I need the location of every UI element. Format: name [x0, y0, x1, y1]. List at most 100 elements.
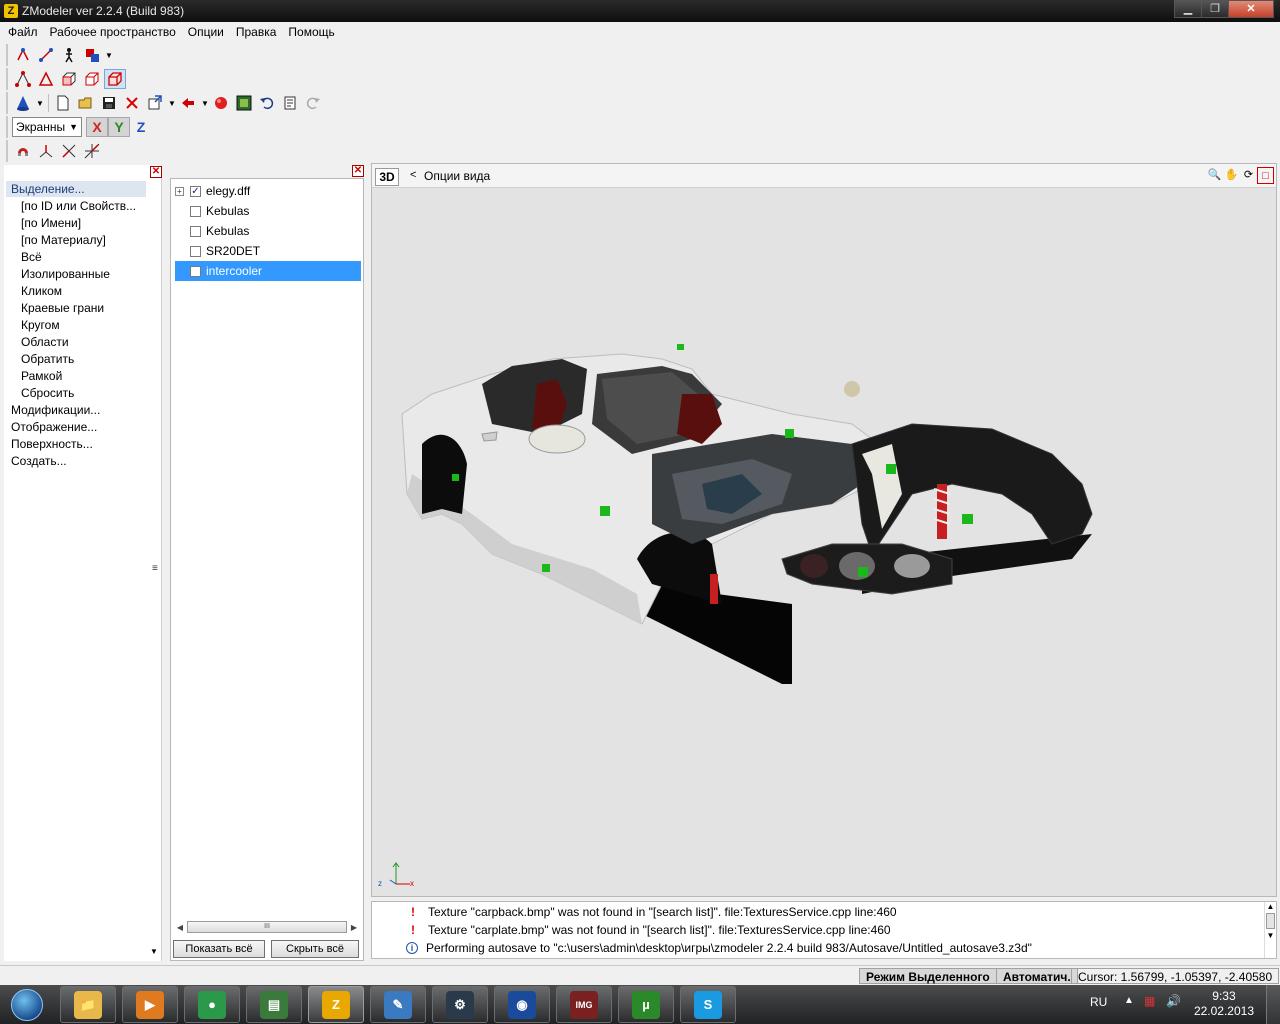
- start-button[interactable]: [4, 985, 50, 1024]
- taskbar-zmodeler-button[interactable]: Z: [308, 986, 364, 1023]
- command-select-by-material[interactable]: [по Материалу]: [4, 232, 136, 249]
- taskbar-media-player-button[interactable]: ▶: [122, 986, 178, 1023]
- viewport-mode-button[interactable]: 3D: [375, 168, 399, 186]
- chevron-down-icon[interactable]: ▼: [104, 51, 114, 60]
- taskbar-globe-button[interactable]: ◉: [494, 986, 550, 1023]
- car-model-render[interactable]: [392, 344, 1112, 684]
- splitter-grip-icon[interactable]: ≡: [152, 563, 158, 574]
- tree-item[interactable]: + ✓ elegy.dff: [175, 181, 361, 201]
- texture-icon[interactable]: [233, 93, 255, 113]
- scroll-thumb[interactable]: [1266, 913, 1275, 929]
- tree-item[interactable]: Kebulas: [175, 221, 361, 241]
- scroll-down-icon[interactable]: ▼: [1265, 931, 1276, 940]
- status-mode[interactable]: Режим Выделенного: [859, 968, 997, 984]
- close-button[interactable]: ✕: [1228, 0, 1274, 18]
- taskbar-img-editor-button[interactable]: IMG: [556, 986, 612, 1023]
- maximize-viewport-icon[interactable]: □: [1257, 167, 1274, 184]
- close-icon[interactable]: ✕: [352, 165, 364, 177]
- axis-y-toggle[interactable]: Y: [108, 117, 130, 137]
- category-create[interactable]: Создать...: [4, 453, 136, 470]
- volume-icon[interactable]: 🔊: [1166, 994, 1181, 1008]
- visibility-checkbox[interactable]: [190, 265, 201, 277]
- object-mode-icon[interactable]: [81, 69, 103, 89]
- visibility-checkbox[interactable]: [190, 205, 201, 217]
- show-desktop-button[interactable]: [1266, 985, 1280, 1024]
- taskbar-steam-button[interactable]: ⚙: [432, 986, 488, 1023]
- axis-z-toggle[interactable]: Z: [130, 117, 152, 137]
- language-indicator[interactable]: RU: [1090, 995, 1107, 1009]
- command-select-by-id[interactable]: [по ID или Свойств...: [4, 198, 136, 215]
- pivot-icon[interactable]: [35, 141, 57, 161]
- tray-expand-icon[interactable]: ▲: [1124, 995, 1134, 1006]
- clock[interactable]: 9:33 22.02.2013: [1194, 989, 1254, 1019]
- import-icon[interactable]: [144, 93, 166, 113]
- taskbar-skype-button[interactable]: S: [680, 986, 736, 1023]
- pan-hand-icon[interactable]: ✋: [1223, 167, 1240, 184]
- menu-workspace[interactable]: Рабочее пространство: [46, 25, 184, 39]
- taskbar-notepad-button[interactable]: ▤: [246, 986, 302, 1023]
- log-scrollbar[interactable]: ▲ ▼: [1264, 902, 1276, 958]
- visibility-checkbox[interactable]: [190, 225, 201, 237]
- select-vertex-icon[interactable]: [12, 45, 34, 65]
- viewport-3d[interactable]: 3D < Опции вида 🔍 ✋ ⟳ □ z x: [371, 163, 1277, 897]
- command-select-isolated[interactable]: Изолированные: [4, 266, 136, 283]
- taskbar-explorer-button[interactable]: 📁: [60, 986, 116, 1023]
- menu-file[interactable]: Файл: [4, 25, 46, 39]
- taskbar-utorrent-button[interactable]: µ: [618, 986, 674, 1023]
- command-select-area[interactable]: Области: [4, 334, 136, 351]
- delete-icon[interactable]: [121, 93, 143, 113]
- command-select-by-name[interactable]: [по Имени]: [4, 215, 136, 232]
- hide-all-button[interactable]: Скрыть всё: [271, 940, 359, 958]
- close-icon[interactable]: ✕: [150, 166, 162, 178]
- command-select-frame[interactable]: Рамкой: [4, 368, 136, 385]
- scroll-right-icon[interactable]: ▶: [347, 923, 361, 932]
- menu-help[interactable]: Помощь: [284, 25, 342, 39]
- selection-category[interactable]: Выделение...: [6, 181, 146, 197]
- cone-primitive-icon[interactable]: [12, 93, 34, 113]
- visibility-checkbox[interactable]: [190, 245, 201, 257]
- expand-icon[interactable]: +: [175, 186, 184, 196]
- rotate-icon[interactable]: ⟳: [1240, 167, 1257, 184]
- edge-mode-icon[interactable]: [35, 69, 57, 89]
- select-walk-icon[interactable]: [58, 45, 80, 65]
- export-icon[interactable]: [177, 93, 199, 113]
- taskbar-chrome-button[interactable]: ●: [184, 986, 240, 1023]
- face-mode-icon[interactable]: [58, 69, 80, 89]
- select-edge-icon[interactable]: [35, 45, 57, 65]
- tree-item[interactable]: SR20DET: [175, 241, 361, 261]
- new-file-icon[interactable]: [52, 93, 74, 113]
- scroll-thumb[interactable]: III: [187, 921, 347, 933]
- chevron-down-icon[interactable]: ▼: [167, 99, 177, 108]
- menu-edit[interactable]: Правка: [232, 25, 285, 39]
- visibility-checkbox[interactable]: ✓: [190, 185, 201, 197]
- select-object-icon[interactable]: [81, 45, 103, 65]
- magnet-icon[interactable]: [12, 141, 34, 161]
- command-select-reset[interactable]: Сбросить: [4, 385, 136, 402]
- menu-options[interactable]: Опции: [184, 25, 232, 39]
- viewport-options-label[interactable]: Опции вида: [424, 169, 490, 183]
- redo-icon[interactable]: [302, 93, 324, 113]
- command-select-all[interactable]: Всё: [4, 249, 136, 266]
- record-icon[interactable]: [210, 93, 232, 113]
- chevron-down-icon[interactable]: ▼: [35, 99, 45, 108]
- chevron-down-icon[interactable]: ▼: [200, 99, 210, 108]
- vertex-mode-icon[interactable]: [12, 69, 34, 89]
- taskbar-paint-button[interactable]: ✎: [370, 986, 426, 1023]
- command-select-circle[interactable]: Кругом: [4, 317, 136, 334]
- horizontal-scrollbar[interactable]: ◀ III ▶: [173, 920, 361, 934]
- show-all-button[interactable]: Показать всё: [173, 940, 265, 958]
- scroll-down-icon[interactable]: ▼: [150, 947, 158, 956]
- command-select-click[interactable]: Кликом: [4, 283, 136, 300]
- tree-item-selected[interactable]: intercooler: [175, 261, 361, 281]
- save-file-icon[interactable]: [98, 93, 120, 113]
- network-icon[interactable]: ▦: [1144, 994, 1155, 1008]
- undo-icon[interactable]: [256, 93, 278, 113]
- axis-x-toggle[interactable]: X: [86, 117, 108, 137]
- transform-axes-icon[interactable]: [81, 141, 103, 161]
- minimize-button[interactable]: ▁: [1174, 0, 1202, 18]
- command-select-edges[interactable]: Краевые грани: [4, 300, 136, 317]
- scroll-left-icon[interactable]: ◀: [173, 923, 187, 932]
- command-select-invert[interactable]: Обратить: [4, 351, 136, 368]
- category-surface[interactable]: Поверхность...: [4, 436, 136, 453]
- coordinate-system-select[interactable]: Экранны ▼: [12, 117, 82, 137]
